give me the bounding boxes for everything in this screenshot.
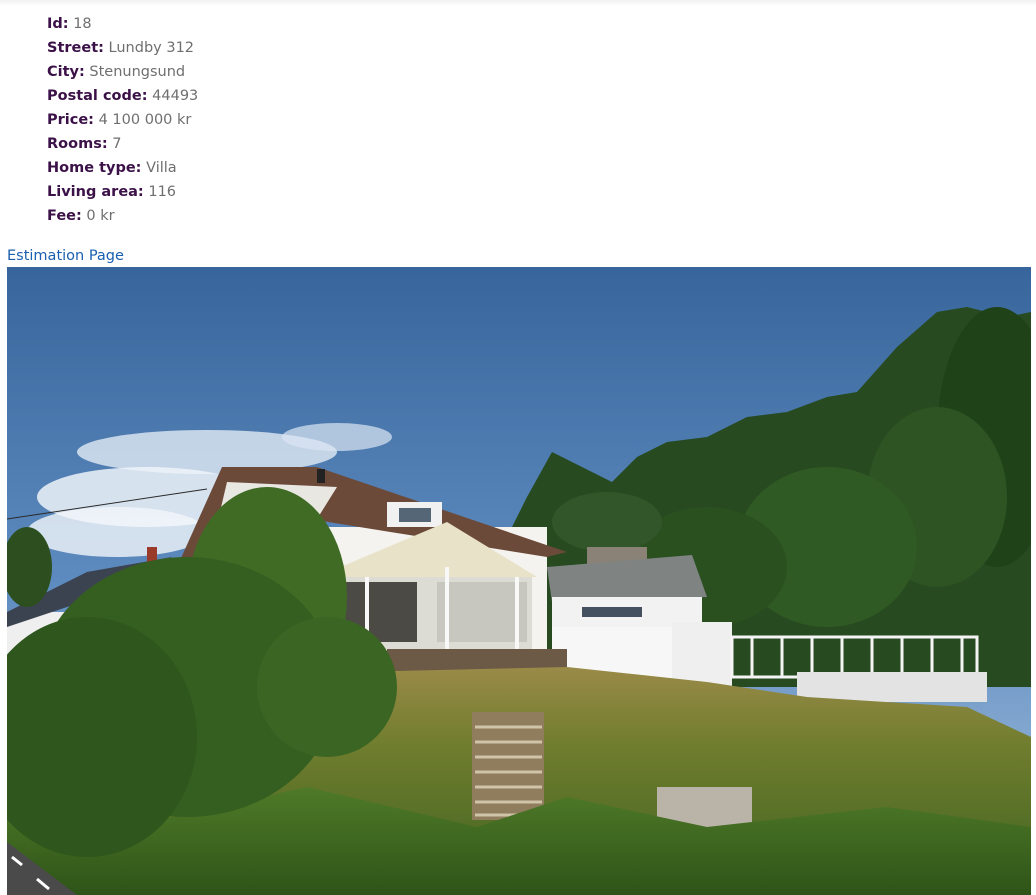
detail-fee: Fee: 0 kr bbox=[47, 204, 198, 228]
detail-postal-code: Postal code: 44493 bbox=[47, 84, 198, 108]
property-photo bbox=[7, 267, 1031, 895]
detail-value: 18 bbox=[73, 16, 92, 32]
detail-label: Street: bbox=[47, 40, 104, 56]
detail-value: 0 kr bbox=[86, 208, 115, 224]
detail-living-area: Living area: 116 bbox=[47, 180, 198, 204]
estimation-page-link[interactable]: Estimation Page bbox=[7, 244, 124, 268]
property-details: Id: 18 Street: Lundby 312 City: Stenungs… bbox=[47, 12, 198, 228]
detail-id: Id: 18 bbox=[47, 12, 198, 36]
detail-price: Price: 4 100 000 kr bbox=[47, 108, 198, 132]
detail-label: Price: bbox=[47, 112, 94, 128]
detail-value: Lundby 312 bbox=[108, 40, 195, 56]
detail-value: 4 100 000 kr bbox=[98, 112, 192, 128]
detail-rooms: Rooms: 7 bbox=[47, 132, 198, 156]
detail-value: Stenungsund bbox=[89, 64, 186, 80]
detail-value: Villa bbox=[146, 160, 177, 176]
detail-label: Living area: bbox=[47, 184, 144, 200]
detail-city: City: Stenungsund bbox=[47, 60, 198, 84]
detail-label: Id: bbox=[47, 16, 69, 32]
detail-label: Postal code: bbox=[47, 88, 148, 104]
detail-value: 7 bbox=[112, 136, 122, 152]
detail-label: City: bbox=[47, 64, 85, 80]
top-edge bbox=[0, 0, 1036, 6]
detail-street: Street: Lundby 312 bbox=[47, 36, 198, 60]
detail-value: 44493 bbox=[152, 88, 199, 104]
detail-value: 116 bbox=[148, 184, 177, 200]
detail-label: Fee: bbox=[47, 208, 82, 224]
detail-label: Home type: bbox=[47, 160, 142, 176]
detail-home-type: Home type: Villa bbox=[47, 156, 198, 180]
detail-label: Rooms: bbox=[47, 136, 108, 152]
